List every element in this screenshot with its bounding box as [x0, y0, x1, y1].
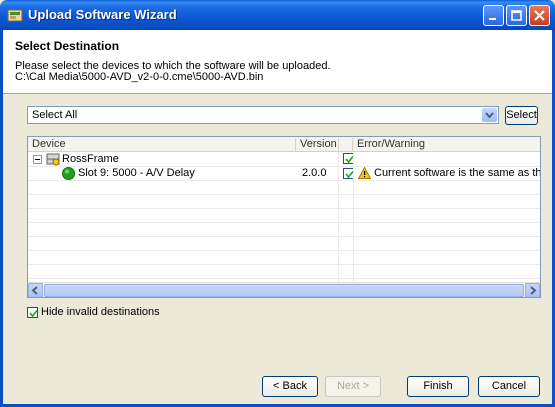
table-header: Device Version Error/Warning [28, 137, 540, 152]
table-row[interactable]: RossFrame [28, 153, 540, 166]
warning-message: Current software is the same as the up [374, 167, 541, 179]
file-path: C:\Cal Media\5000-AVD_v2-0-0.cme\5000-AV… [15, 71, 264, 83]
row-divider [28, 264, 540, 265]
device-name: Slot 9: 5000 - A/V Delay [78, 167, 195, 179]
maximize-button[interactable] [506, 5, 527, 26]
window-title: Upload Software Wizard [28, 7, 177, 22]
row-divider [28, 208, 540, 209]
page-title: Select Destination [15, 39, 120, 53]
wizard-app-icon [7, 7, 23, 23]
device-filter-value: Select All [32, 109, 78, 121]
select-button[interactable]: Select [505, 106, 538, 125]
hide-invalid-checkbox[interactable] [27, 307, 38, 318]
cancel-button[interactable]: Cancel [478, 376, 540, 397]
chevron-down-icon[interactable] [482, 108, 497, 122]
device-filter-select[interactable]: Select All [27, 106, 499, 124]
table-row[interactable]: Slot 9: 5000 - A/V Delay 2.0.0 Current s… [28, 166, 541, 180]
column-header-error-warning[interactable]: Error/Warning [353, 138, 540, 151]
row-divider [28, 222, 540, 223]
column-divider [338, 152, 339, 282]
device-name: RossFrame [62, 153, 119, 165]
device-table[interactable]: Device Version Error/Warning RossFrame S… [27, 136, 541, 298]
horizontal-scrollbar[interactable] [28, 282, 540, 297]
minimize-button[interactable] [483, 5, 504, 26]
row-divider [28, 236, 540, 237]
column-header-version[interactable]: Version [296, 138, 339, 151]
column-header-device[interactable]: Device [28, 138, 296, 151]
row-divider [28, 180, 540, 181]
back-button[interactable]: < Back [262, 376, 318, 397]
device-version: 2.0.0 [302, 167, 327, 179]
finish-button[interactable]: Finish [407, 376, 469, 397]
row-divider [28, 250, 540, 251]
hide-invalid-label[interactable]: Hide invalid destinations [41, 306, 160, 318]
title-bar[interactable]: Upload Software Wizard [0, 0, 555, 30]
row-divider [28, 278, 540, 279]
wizard-header: Select Destination Please select the dev… [3, 30, 552, 94]
row-divider [28, 194, 540, 195]
scrollbar-thumb[interactable] [44, 284, 524, 297]
column-header-select[interactable] [339, 138, 353, 151]
close-button[interactable] [529, 5, 550, 26]
column-divider [353, 152, 354, 282]
scroll-right-button[interactable] [525, 283, 540, 297]
next-button[interactable]: Next > [325, 376, 381, 397]
collapse-toggle[interactable] [33, 155, 42, 164]
scroll-left-button[interactable] [28, 283, 43, 297]
